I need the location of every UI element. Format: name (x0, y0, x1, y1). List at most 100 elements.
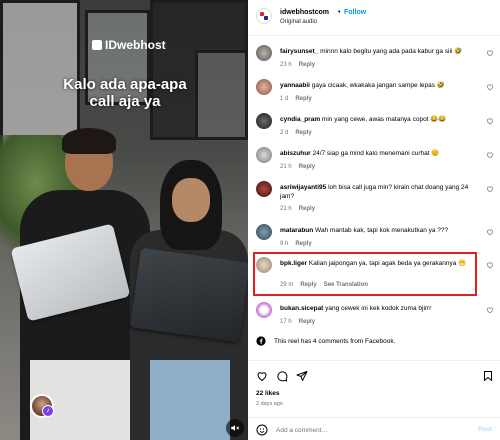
account-avatar[interactable] (256, 8, 272, 24)
follow-button[interactable]: Follow (344, 9, 366, 16)
comment-avatar[interactable] (256, 302, 272, 318)
comment-meta: 17 h Reply (280, 319, 322, 325)
speaker-muted-icon (231, 425, 240, 431)
bookmark-icon[interactable] (482, 370, 494, 382)
comment-time: 2 d (280, 130, 289, 136)
comment-avatar[interactable] (256, 45, 272, 61)
comment-time: 21 h (280, 164, 292, 170)
comment-username[interactable]: matarabun (280, 227, 313, 234)
heart-icon[interactable] (486, 151, 494, 159)
post-actions: 22 likes 2 days ago Post (248, 360, 500, 440)
comment-bubble-icon[interactable] (276, 370, 288, 382)
add-comment-input[interactable] (276, 424, 456, 436)
reply-button[interactable]: Reply (295, 130, 311, 136)
comment-text: Wah mantab kak, tapi kok menakutkan ya ?… (315, 227, 449, 234)
comment-text: gaya cicaak, wkakaka jangan sampe lepas … (311, 82, 445, 89)
comment-meta: 9 h Reply (280, 241, 319, 247)
comment-username[interactable]: asriwijayanti95 (280, 184, 326, 191)
comment-avatar[interactable] (256, 181, 272, 197)
comment-body: yannaabii gaya cicaak, wkakaka jangan sa… (280, 81, 480, 90)
audio-label[interactable]: Original audio (280, 19, 317, 25)
like-heart-icon[interactable] (256, 370, 268, 382)
comments-panel: idwebhostcom • Follow Original audio fai… (248, 0, 500, 440)
emoji-icon[interactable] (256, 424, 268, 436)
heart-icon[interactable] (486, 117, 494, 125)
header-separator: • (338, 9, 341, 16)
video-caption: Kalo ada apa-apa call aja ya (50, 76, 200, 110)
comment-text: minnn kalo begitu yang ada pada kabur ga… (320, 48, 463, 55)
comment-username[interactable]: cyndia_pram (280, 116, 320, 123)
likes-count[interactable]: 22 likes (256, 390, 280, 397)
brand-text: IDwebhost (105, 38, 166, 52)
comment-avatar[interactable] (256, 147, 272, 163)
heart-icon[interactable] (486, 83, 494, 91)
reply-button[interactable]: Reply (295, 96, 311, 102)
heart-icon[interactable] (486, 261, 494, 269)
comment-body: cyndia_pram min yang cewe, awas matanya … (280, 115, 480, 124)
heart-icon[interactable] (486, 306, 494, 314)
mute-button[interactable] (226, 419, 244, 437)
video-brand-watermark: IDwebhost (92, 38, 166, 52)
heart-icon[interactable] (486, 49, 494, 57)
comment-text: yang cewek ini kek kodok zuma bjirrr (325, 305, 432, 312)
comment-list[interactable]: fairysunset_ minnn kalo begitu yang ada … (248, 37, 500, 337)
reply-button[interactable]: Reply (299, 62, 315, 68)
post-button[interactable]: Post (478, 426, 492, 433)
comment-body: abiszuhur 24/7 siap ga mind kalo meneman… (280, 149, 480, 158)
see-translation-link[interactable]: See Translation (324, 282, 368, 288)
comment-username[interactable]: bukan.sicepat (280, 305, 323, 312)
heart-icon[interactable] (486, 185, 494, 193)
person-left-hair (62, 128, 116, 154)
comment-avatar[interactable] (256, 224, 272, 240)
share-send-icon[interactable] (296, 370, 308, 382)
comment-meta: 21 h Reply (280, 206, 322, 212)
dark-laptop (129, 247, 248, 343)
comment-body: bukan.sicepat yang cewek ini kek kodok z… (280, 304, 480, 313)
comment-text: min yang cewe, awas matanya copot 😂😂 (321, 116, 447, 123)
person-right-face (172, 178, 210, 222)
comment-avatar[interactable] (256, 79, 272, 95)
comment-text: Kalian jaipongan ya, tapi agak beda ya g… (308, 260, 467, 267)
comment-username[interactable]: bpk.liger (280, 260, 307, 267)
reply-button[interactable]: Reply (299, 206, 315, 212)
comment-avatar[interactable] (256, 113, 272, 129)
comment-time: 29 m (280, 282, 294, 288)
reply-button[interactable]: Reply (300, 282, 316, 288)
comment-body: matarabun Wah mantab kak, tapi kok menak… (280, 226, 480, 235)
comment-meta: 23 h Reply (280, 62, 322, 68)
add-comment-bar: Post (248, 417, 500, 440)
comment-time: 21 h (280, 206, 292, 212)
comment-meta: 1 d Reply (280, 96, 319, 102)
comment-username[interactable]: abiszuhur (280, 150, 311, 157)
comment-text: 24/7 siap ga mind kalo menemani curhat 😊 (312, 150, 440, 157)
comment-meta: 21 h Reply (280, 164, 322, 170)
comment-body: asriwijayanti95 loh bisa call juga min? … (280, 183, 480, 201)
caption-line-2: call aja ya (89, 93, 161, 110)
comment-time: 9 h (280, 241, 289, 247)
comment-time: 17 h (280, 319, 292, 325)
facebook-icon (256, 336, 266, 346)
reply-button[interactable]: Reply (299, 164, 315, 170)
background-window (195, 50, 248, 140)
reply-button[interactable]: Reply (299, 319, 315, 325)
reply-button[interactable]: Reply (295, 241, 311, 247)
comment-meta: 29 m Reply See Translation (280, 282, 375, 288)
comment-username[interactable]: fairysunset_ (280, 48, 318, 55)
comment-avatar[interactable] (256, 257, 272, 273)
reel-video[interactable]: IDwebhost Kalo ada apa-apa call aja ya ♪ (0, 0, 248, 440)
comment-body: bpk.liger Kalian jaipongan ya, tapi agak… (280, 259, 470, 268)
post-header: idwebhostcom • Follow Original audio (248, 0, 500, 36)
heart-icon[interactable] (486, 228, 494, 236)
brand-logo-icon (92, 40, 102, 50)
comment-time: 1 d (280, 96, 289, 102)
post-date: 2 days ago (256, 401, 283, 407)
audio-badge-icon[interactable]: ♪ (42, 405, 54, 417)
comment-time: 23 h (280, 62, 292, 68)
comment-body: fairysunset_ minnn kalo begitu yang ada … (280, 47, 480, 56)
account-username[interactable]: idwebhostcom (280, 9, 329, 16)
comment-meta: 2 d Reply (280, 130, 319, 136)
facebook-note-text: This reel has 4 comments from Facebook. (274, 337, 396, 345)
comment-username[interactable]: yannaabii (280, 82, 310, 89)
facebook-comments-note: This reel has 4 comments from Facebook. (256, 336, 395, 346)
person-right-jeans (150, 360, 230, 440)
